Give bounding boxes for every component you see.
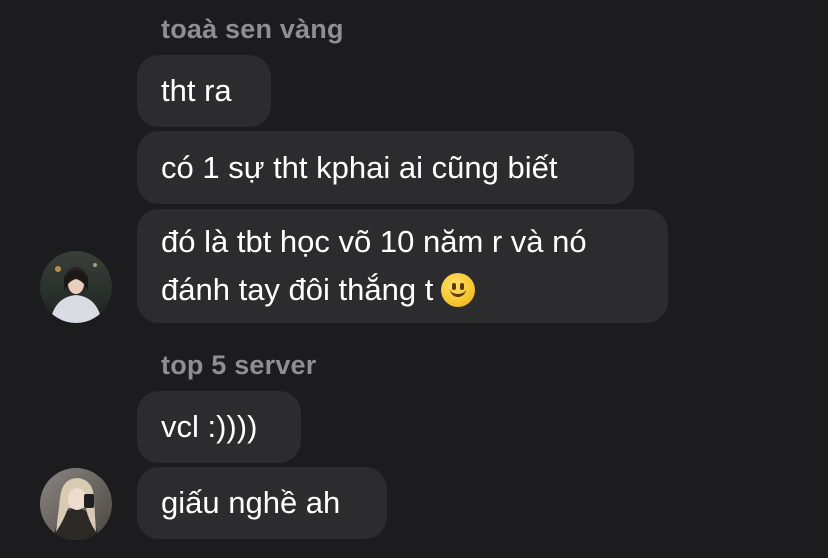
sender-name: toaà sen vàng	[161, 14, 344, 44]
message-bubble[interactable]: đó là tbt học võ 10 năm r và nó đánh tay…	[137, 209, 668, 323]
sender-name: top 5 server	[161, 350, 317, 380]
message-bubble[interactable]: có 1 sự tht kphai ai cũng biết	[137, 131, 634, 204]
chat-thread: toaà sen vàng tht ra có 1 sự tht kphai a…	[0, 0, 828, 558]
message-bubble[interactable]: tht ra	[137, 55, 271, 127]
message-text: có 1 sự tht kphai ai cũng biết	[161, 149, 558, 185]
slightly-smiling-face-icon	[441, 273, 476, 307]
message-bubble[interactable]: vcl :))))	[137, 391, 301, 463]
message-text-line: đó là tbt học võ 10 năm r và nó	[161, 224, 587, 259]
message-bubble[interactable]: giấu nghề ah	[137, 467, 387, 539]
message-text-line: đánh tay đôi thắng t	[161, 266, 476, 314]
avatar[interactable]	[40, 251, 112, 323]
message-text: tht ra	[161, 73, 232, 108]
message-text-line-content: đánh tay đôi thắng t	[161, 272, 434, 307]
avatar[interactable]	[40, 468, 112, 540]
message-text: giấu nghề ah	[161, 485, 341, 520]
message-text: vcl :))))	[161, 409, 258, 444]
